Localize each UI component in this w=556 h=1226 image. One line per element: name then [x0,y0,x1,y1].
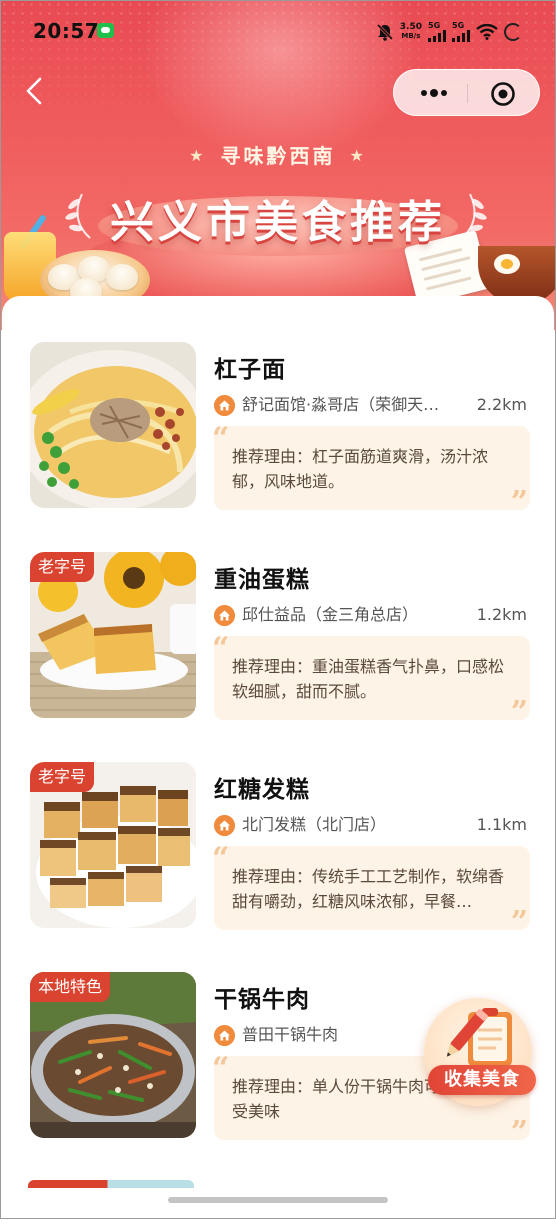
page-title: 兴义市美食推荐 [110,197,446,248]
shop-row[interactable]: 邱仕益品（金三角总店） 1.2km [214,604,530,626]
recommend-reason-box: “ 推荐理由：重油蛋糕香气扑鼻，口感松软细腻，甜而不腻。 ” [212,631,530,728]
shop-name: 北门发糕（北门店） [242,815,387,834]
quote-close-icon: ” [510,485,528,520]
status-icons: 3.50 MB/s 5G 5G [376,18,522,46]
recommend-reason-box: “ 推荐理由：传统手工工艺制作，软绵香甜有嚼劲，红糖风味浓郁，早餐… ” [212,841,530,938]
status-bar: 20:57 3.50 MB/s 5G 5G [0,0,556,62]
distance: 1.1km [476,815,527,834]
star-icon: ★ [349,146,367,165]
signal-icon: 5G [428,22,446,42]
dish-name: 重油蛋糕 [214,567,310,593]
list-item[interactable]: 杠子面 舒记面馆·淼哥店（荣御天… 2.2km “ 推荐理由：杠子面筋道爽滑，汤… [30,342,530,518]
star-icon: ★ [189,146,207,165]
dish-photo: 老字号 [30,552,196,718]
dish-photo: 本地特色 [30,972,196,1138]
heritage-badge: 老字号 [30,762,95,792]
net-speed: 3.50 MB/s [400,23,422,41]
home-icon [214,605,235,626]
quote-open-icon: “ [212,421,230,456]
sim2-label: 5G [452,21,465,30]
quote-close-icon: ” [510,1115,528,1150]
quote-open-icon: “ [212,631,230,666]
sim1-label: 5G [428,21,441,30]
list-item[interactable]: 老字号 红糖发糕 北门发糕（北门店） 1.1km “ 推荐理由：传统手工工艺制作… [30,762,530,938]
shop-row[interactable]: 北门发糕（北门店） 1.1km [214,814,530,836]
capsule-divider [467,84,468,103]
dish-photo [30,342,196,508]
back-button[interactable] [22,76,46,106]
net-speed-unit: MB/s [401,32,421,40]
dish-name: 干锅牛肉 [214,987,310,1013]
egg-illustration [494,254,520,274]
heritage-badge: 老字号 [30,552,95,582]
mini-program-capsule [393,69,540,116]
next-item-peek [28,1180,194,1188]
signal-icon: 5G [452,22,470,42]
shop-row[interactable]: 舒记面馆·淼哥店（荣御天… 2.2km [214,394,530,416]
bell-mute-icon [376,23,393,41]
home-indicator[interactable] [168,1197,388,1203]
close-target-icon[interactable] [490,81,516,107]
wechat-icon [97,23,114,38]
status-time: 20:57 [33,19,100,43]
dish-name: 杠子面 [214,357,286,383]
recommend-reason: 推荐理由：传统手工工艺制作，软绵香甜有嚼劲，红糖风味浓郁，早餐… [232,867,505,911]
quote-close-icon: ” [510,905,528,940]
collect-food-button[interactable]: 收集美食 [424,998,536,1110]
collect-food-label: 收集美食 [428,1065,536,1095]
recommend-reason: 推荐理由：重油蛋糕香气扑鼻，口感松软细腻，甜而不腻。 [232,657,505,701]
shop-name: 邱仕益品（金三角总店） [242,605,419,624]
quote-open-icon: “ [212,841,230,876]
banner-subtitle-text: 寻味黔西南 [220,144,336,168]
home-icon [214,1025,235,1046]
net-speed-value: 3.50 [399,22,422,32]
more-icon[interactable] [414,84,454,102]
list-item[interactable]: 老字号 重油蛋糕 邱仕益品（金三角总店） 1.2km “ 推荐理由：重油蛋糕香气… [30,552,530,728]
home-icon [214,815,235,836]
quote-close-icon: ” [510,695,528,730]
dish-name: 红糖发糕 [214,777,310,803]
distance: 2.2km [476,395,527,414]
home-icon [214,395,235,416]
dish-photo: 老字号 [30,762,196,928]
quote-open-icon: “ [212,1051,230,1086]
local-specialty-badge: 本地特色 [30,972,111,1002]
shop-name: 舒记面馆·淼哥店（荣御天… [242,395,440,414]
wifi-icon [476,24,498,40]
pencil-notepad-icon [446,1008,512,1066]
recommend-reason: 推荐理由：杠子面筋道爽滑，汤汁浓郁，风味地道。 [232,447,489,491]
recommend-reason-box: “ 推荐理由：杠子面筋道爽滑，汤汁浓郁，风味地道。 ” [212,421,530,518]
battery-icon [504,23,522,41]
distance: 1.2km [476,605,527,624]
banner-subtitle: ★ 寻味黔西南 ★ [0,140,556,169]
